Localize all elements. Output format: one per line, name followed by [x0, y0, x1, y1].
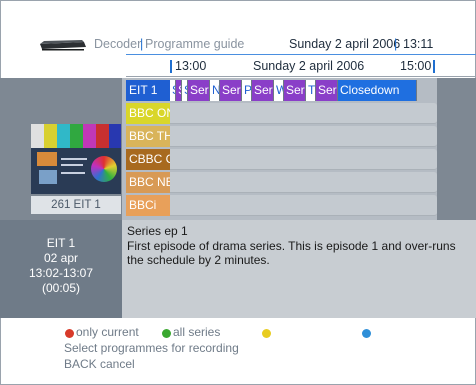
channel-row[interactable]: BBCi: [126, 195, 437, 216]
programme-cell[interactable]: P: [242, 80, 252, 101]
programme-track[interactable]: [170, 172, 437, 193]
footer-hint-back: BACK cancel: [64, 357, 135, 371]
channel-row[interactable]: BBC TH: [126, 126, 437, 147]
channel-name[interactable]: BBC ON: [126, 103, 170, 124]
programme-title: Series ep 1: [127, 224, 188, 238]
decoder-device-icon: [40, 40, 86, 51]
info-channel: EIT 1: [46, 236, 76, 250]
programme-cell[interactable]: Ti: [306, 80, 316, 101]
ruler-end-mark: [433, 60, 435, 73]
channel-name[interactable]: CBBC C: [126, 149, 170, 170]
channel-name[interactable]: BBC NE: [126, 172, 170, 193]
preview-caption: 261 EIT 1: [31, 196, 121, 214]
blue-key-icon: [362, 329, 371, 338]
channel-row[interactable]: CBBC C: [126, 149, 437, 170]
channel-row[interactable]: BBC NE: [126, 172, 437, 193]
grid-right-margin: [437, 78, 476, 220]
red-key-icon: [65, 329, 74, 338]
programme-track[interactable]: [170, 149, 437, 170]
programme-cell[interactable]: Seri: [316, 80, 338, 101]
programme-track[interactable]: [170, 126, 437, 147]
programme-cell[interactable]: Seri: [284, 80, 306, 101]
programme-strip: SSSSeriNSeriPSeriWSeriTiSeriClosedown: [170, 80, 437, 101]
programme-cell[interactable]: Closedown: [338, 80, 417, 101]
programme-cell[interactable]: Seri: [220, 80, 242, 101]
ruler-end: 15:00: [400, 59, 432, 73]
programme-track[interactable]: [170, 195, 437, 216]
programme-cell[interactable]: W: [274, 80, 284, 101]
header-time: 13:11: [403, 37, 434, 51]
header-date: Sunday 2 april 2006: [289, 37, 401, 51]
channel-preview-image: [31, 124, 121, 194]
header-device: Decoder: [94, 37, 142, 51]
ruler-divider: [126, 76, 476, 77]
footer-hint-record: Select programmes for recording: [64, 341, 239, 355]
info-duration: (00:05): [41, 281, 81, 295]
channel-row[interactable]: BBC ON: [126, 103, 437, 124]
green-key-label: all series: [173, 325, 221, 339]
programme-track[interactable]: [170, 103, 437, 124]
header-separator-2: |: [394, 37, 398, 51]
ruler-start: 13:00: [175, 59, 207, 73]
programme-cell[interactable]: Seri: [188, 80, 210, 101]
ruler-date: Sunday 2 april 2006: [253, 59, 365, 73]
info-time: 13:02-13:07: [28, 266, 94, 280]
channel-name[interactable]: BBC TH: [126, 126, 170, 147]
red-key-label: only current: [76, 325, 139, 339]
programme-cell[interactable]: Seri: [252, 80, 274, 101]
ruler-start-mark: [170, 60, 172, 73]
programme-cell[interactable]: N: [210, 80, 220, 101]
header-separator: |: [140, 37, 144, 51]
channel-row[interactable]: EIT 1 SSSSeriNSeriPSeriWSeriTiSeriClosed…: [126, 80, 437, 101]
header-section: Programme guide: [145, 37, 245, 51]
channel-name[interactable]: EIT 1: [126, 80, 170, 101]
programme-description: First episode of drama series. This is e…: [127, 239, 456, 267]
channel-name[interactable]: BBCi: [126, 195, 170, 216]
green-key-icon: [162, 329, 171, 338]
header-divider: [126, 54, 476, 55]
info-date: 02 apr: [43, 251, 79, 265]
yellow-key-icon: [262, 329, 271, 338]
